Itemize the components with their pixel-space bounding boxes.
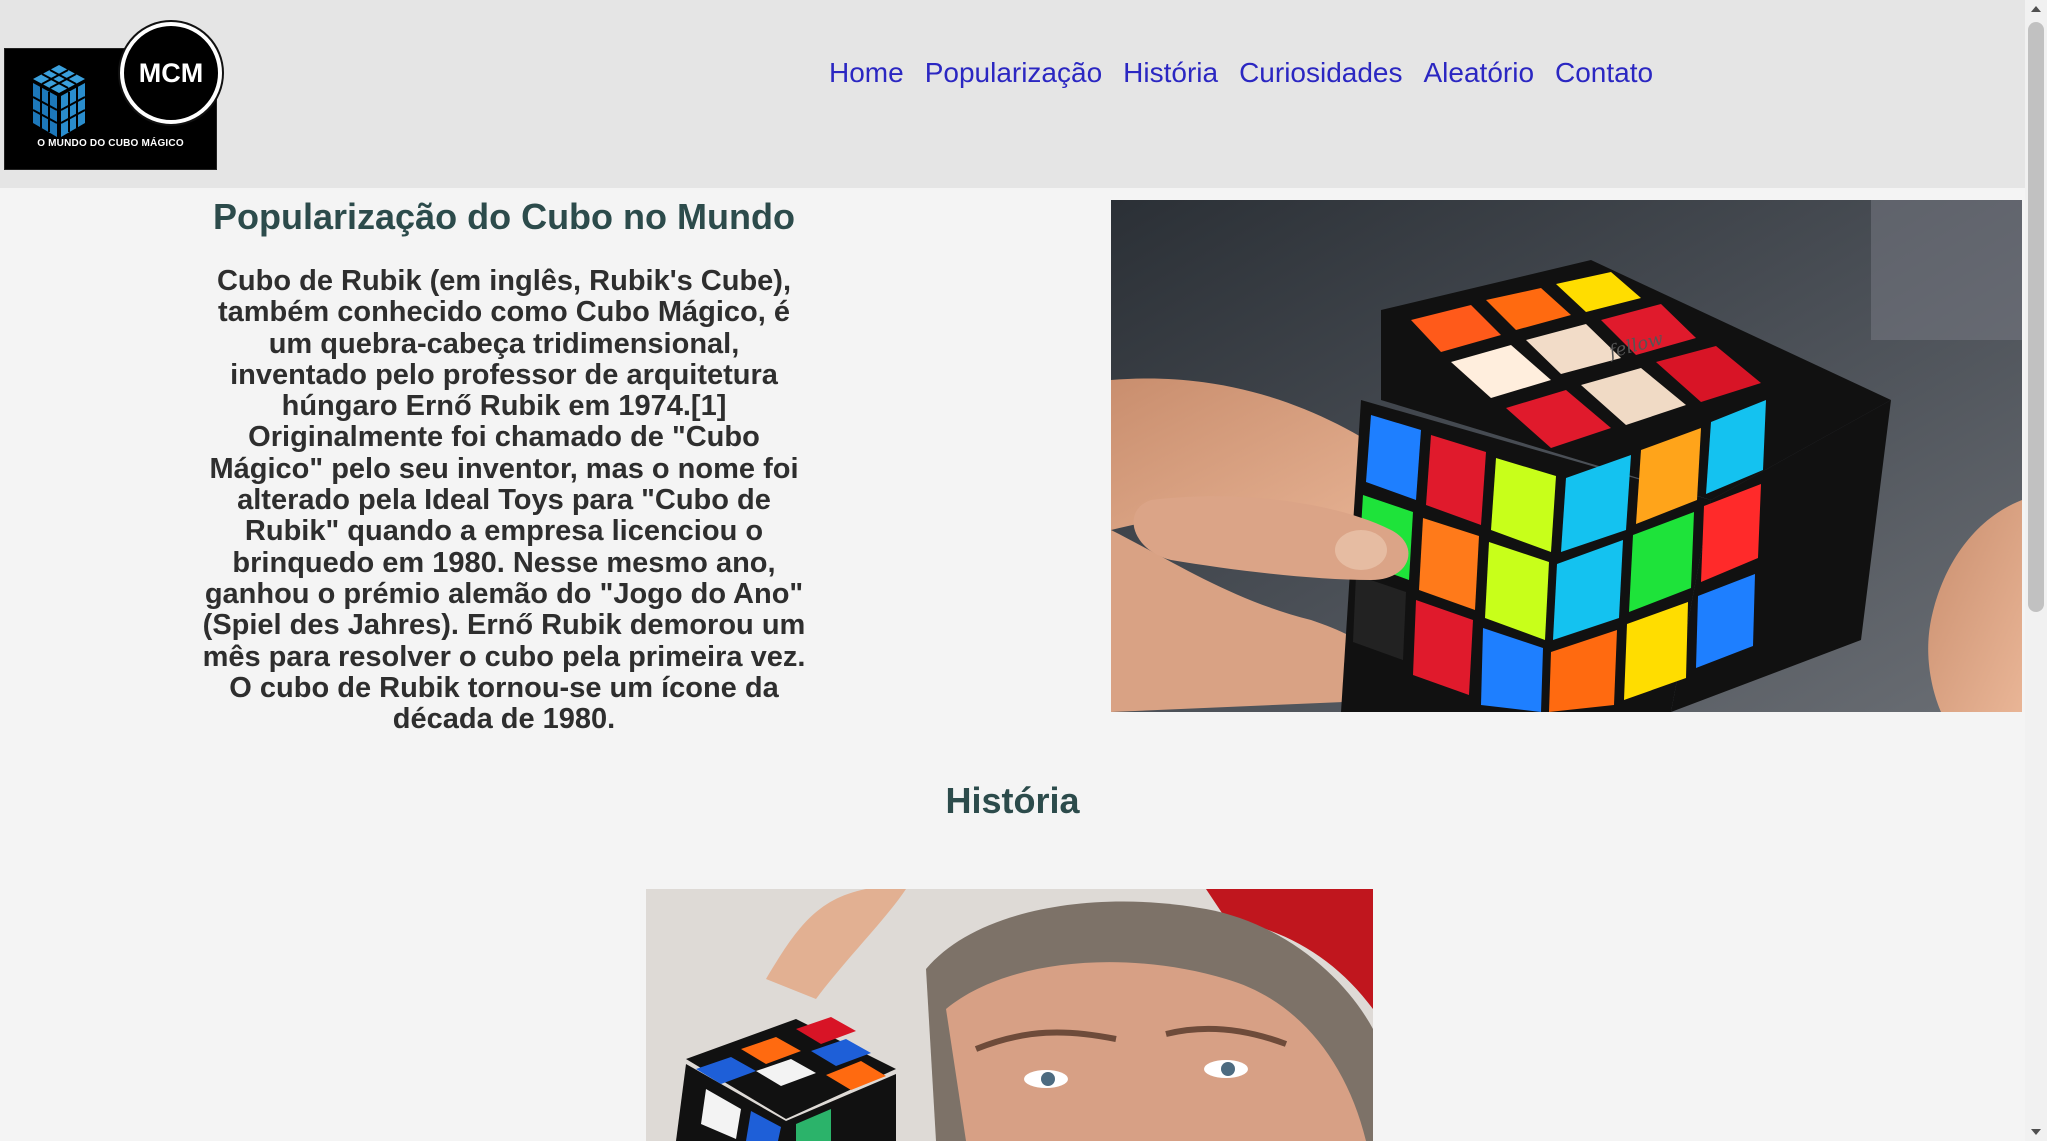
nav-aleatorio[interactable]: Aleatório	[1424, 57, 1535, 89]
logo-badge[interactable]: MCM	[120, 22, 222, 124]
popularizacao-paragraph: Cubo de Rubik (em inglês, Rubik's Cube),…	[202, 265, 806, 736]
logo-caption: O MUNDO DO CUBO MÁGICO	[37, 138, 184, 149]
nav-contato[interactable]: Contato	[1555, 57, 1653, 89]
rubiks-cube-photo: fellow	[1111, 200, 2022, 712]
scroll-thumb[interactable]	[2028, 22, 2044, 612]
nav-home[interactable]: Home	[829, 57, 904, 89]
nav-popularizacao[interactable]: Popularização	[925, 57, 1102, 89]
vertical-scrollbar[interactable]	[2025, 0, 2047, 1141]
popularizacao-heading: Popularização do Cubo no Mundo	[213, 196, 795, 237]
erno-rubik-photo	[646, 889, 1373, 1141]
nav-historia[interactable]: História	[1123, 57, 1218, 89]
historia-heading: História	[945, 780, 1080, 821]
main-nav: Home Popularização História Curiosidades…	[829, 57, 1674, 89]
scroll-down-arrow-icon[interactable]	[2031, 1129, 2041, 1135]
cube-logo-icon	[32, 65, 86, 137]
scroll-up-arrow-icon[interactable]	[2031, 6, 2041, 12]
nav-curiosidades[interactable]: Curiosidades	[1239, 57, 1402, 89]
site-header: O MUNDO DO CUBO MÁGICO MCM Home Populari…	[0, 0, 2025, 188]
